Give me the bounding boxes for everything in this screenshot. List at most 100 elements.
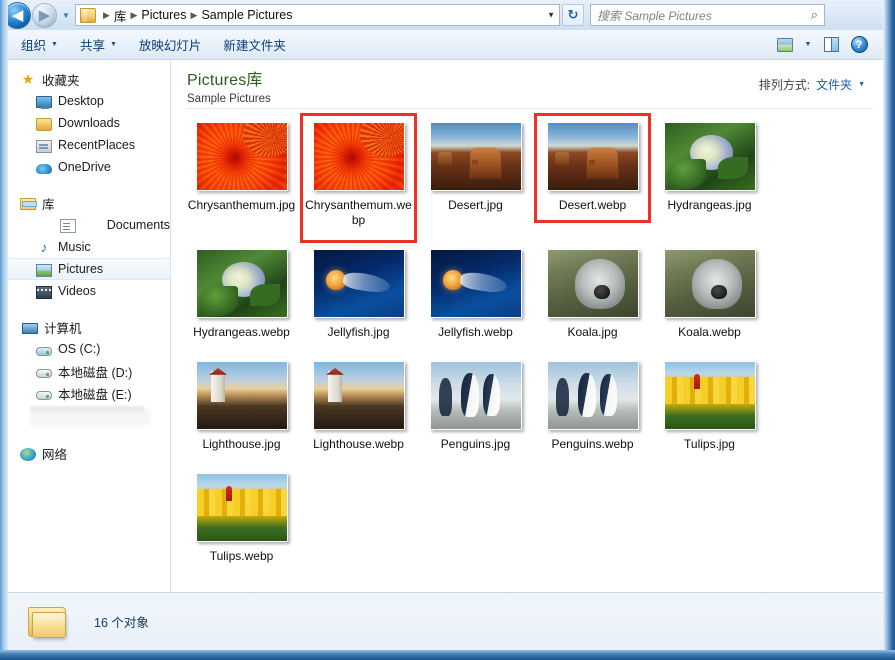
item-count-label: 16 个对象 <box>94 616 149 630</box>
search-input[interactable]: 搜索 Sample Pictures ⌕ <box>590 4 825 26</box>
network-icon <box>20 447 36 461</box>
file-thumbnail[interactable] <box>312 249 405 318</box>
preview-pane-button[interactable] <box>817 33 845 57</box>
file-item[interactable]: Penguins.jpg <box>417 358 534 452</box>
back-button[interactable]: ◀ <box>4 1 31 29</box>
file-item[interactable]: Chrysanthemum.webp <box>300 113 417 243</box>
file-name-label: Koala.jpg <box>567 325 618 339</box>
nav-group-libraries: 库 Documents ♪ Music Pictures Videos <box>8 192 170 302</box>
sidebar-item-downloads[interactable]: Downloads <box>8 112 170 134</box>
change-view-button[interactable] <box>771 33 799 57</box>
file-name-label: Chrysanthemum.jpg <box>187 198 296 212</box>
breadcrumb[interactable]: ▶ 库 ▶ Pictures ▶ Sample Pictures ▼ <box>75 4 560 26</box>
sidebar-item-videos[interactable]: Videos <box>8 280 170 302</box>
file-thumbnail[interactable] <box>663 249 756 318</box>
sidebar-item-computer[interactable]: 计算机 <box>8 316 170 338</box>
arrange-by-control[interactable]: 排列方式: 文件夹 ▼ <box>759 76 865 93</box>
breadcrumb-item-1[interactable]: Pictures <box>141 8 186 22</box>
sidebar-item-network[interactable]: 网络 <box>8 442 170 464</box>
navigation-buttons: ◀ ▶ ▼ <box>0 1 73 29</box>
file-thumbnail[interactable] <box>663 361 756 430</box>
file-item[interactable]: Hydrangeas.jpg <box>651 119 768 228</box>
file-thumbnail[interactable] <box>546 361 639 430</box>
file-thumbnail[interactable] <box>312 122 405 191</box>
file-thumbnail[interactable] <box>312 361 405 430</box>
toolbar-slideshow-button[interactable]: 放映幻灯片 <box>130 33 211 57</box>
toolbar-share-button[interactable]: 共享 ▼ <box>71 33 126 57</box>
video-icon <box>36 285 53 299</box>
file-thumbnail-wrap <box>546 119 640 191</box>
file-thumbnail-wrap <box>195 246 289 318</box>
file-item[interactable]: Tulips.webp <box>183 470 300 564</box>
file-name-label: Tulips.jpg <box>684 437 735 451</box>
status-bar: 16 个对象 <box>8 592 883 650</box>
file-thumbnail-wrap <box>195 358 289 430</box>
file-thumbnail[interactable] <box>546 249 639 318</box>
breadcrumb-separator-icon: ▶ <box>103 9 110 20</box>
nav-group-computer: 计算机 OS (C:) 本地磁盘 (D:) 本地磁盘 (E:) <box>8 316 170 428</box>
file-item[interactable]: Koala.webp <box>651 246 768 340</box>
help-button[interactable]: ? <box>845 33 873 57</box>
file-thumbnail-wrap <box>546 358 640 430</box>
file-item[interactable]: Tulips.jpg <box>651 358 768 452</box>
file-thumbnail[interactable] <box>546 122 639 191</box>
sidebar-label-documents: Documents <box>106 218 170 232</box>
forward-button[interactable]: ▶ <box>32 2 57 28</box>
breadcrumb-item-2[interactable]: Sample Pictures <box>201 8 292 22</box>
file-item[interactable]: Koala.jpg <box>534 246 651 340</box>
sidebar-item-drive-d[interactable]: 本地磁盘 (D:) <box>8 360 170 382</box>
toolbar-new-folder-button[interactable]: 新建文件夹 <box>214 33 295 57</box>
refresh-button[interactable]: ↻ <box>562 4 584 26</box>
file-item[interactable]: Desert.webp <box>534 113 651 228</box>
file-thumbnail-wrap <box>195 119 289 191</box>
file-item[interactable]: Chrysanthemum.jpg <box>183 119 300 228</box>
file-thumbnail-wrap <box>312 358 406 430</box>
sidebar-label-drive-d: 本地磁盘 (D:) <box>58 365 133 380</box>
folder-icon <box>80 7 96 23</box>
navigation-pane: ★ 收藏夹 Desktop Downloads RecentPlaces One… <box>8 60 171 592</box>
sidebar-item-recentplaces[interactable]: RecentPlaces <box>8 134 170 156</box>
file-item[interactable]: Jellyfish.jpg <box>300 246 417 340</box>
breadcrumb-item-0[interactable]: 库 <box>114 6 127 25</box>
file-thumbnail[interactable] <box>195 249 288 318</box>
file-item[interactable]: Penguins.webp <box>534 358 651 452</box>
file-name-label: Tulips.webp <box>209 549 274 563</box>
nav-gap <box>8 430 170 442</box>
file-item[interactable]: Jellyfish.webp <box>417 246 534 340</box>
folder-icon <box>36 117 52 131</box>
sidebar-label-downloads: Downloads <box>58 116 120 130</box>
sidebar-item-onedrive[interactable]: OneDrive <box>8 156 170 178</box>
sidebar-item-desktop[interactable]: Desktop <box>8 90 170 112</box>
sidebar-item-documents[interactable]: Documents <box>8 214 170 236</box>
file-item[interactable]: Hydrangeas.webp <box>183 246 300 340</box>
sidebar-item-os-c[interactable]: OS (C:) <box>8 338 170 360</box>
sidebar-item-pictures[interactable]: Pictures <box>8 258 170 280</box>
file-thumbnail[interactable] <box>195 361 288 430</box>
file-item[interactable]: Lighthouse.webp <box>300 358 417 452</box>
sidebar-item-drive-e[interactable]: 本地磁盘 (E:) <box>8 382 170 404</box>
file-item[interactable]: Desert.jpg <box>417 119 534 228</box>
arrange-by-value[interactable]: 文件夹 <box>816 76 852 93</box>
sidebar-item-favorites[interactable]: ★ 收藏夹 <box>8 68 170 90</box>
file-thumbnail[interactable] <box>429 361 522 430</box>
file-item[interactable]: Lighthouse.jpg <box>183 358 300 452</box>
file-thumbnail[interactable] <box>429 249 522 318</box>
file-thumbnail[interactable] <box>429 122 522 191</box>
toolbar-organize-button[interactable]: 组织 ▼ <box>12 33 67 57</box>
file-thumbnail-wrap <box>546 246 640 318</box>
file-thumbnail[interactable] <box>195 473 288 542</box>
file-list-pane: Pictures库 Sample Pictures 排列方式: 文件夹 ▼ Ch… <box>171 60 883 592</box>
page-subtitle: Sample Pictures <box>187 93 271 105</box>
file-name-label: Jellyfish.webp <box>438 325 513 339</box>
breadcrumb-dropdown-icon[interactable]: ▼ <box>547 11 555 20</box>
change-view-caret[interactable]: ▼ <box>799 33 817 57</box>
nav-group-network: 网络 <box>8 442 170 464</box>
file-thumbnail[interactable] <box>195 122 288 191</box>
sidebar-item-libraries[interactable]: 库 <box>8 192 170 214</box>
library-header: Pictures库 Sample Pictures 排列方式: 文件夹 ▼ <box>171 60 883 108</box>
file-thumbnail[interactable] <box>663 122 756 191</box>
sidebar-item-music[interactable]: ♪ Music <box>8 236 170 258</box>
file-name-label: Hydrangeas.webp <box>193 325 290 339</box>
recent-pages-caret-icon[interactable]: ▼ <box>59 2 73 28</box>
desktop-icon <box>36 96 52 109</box>
